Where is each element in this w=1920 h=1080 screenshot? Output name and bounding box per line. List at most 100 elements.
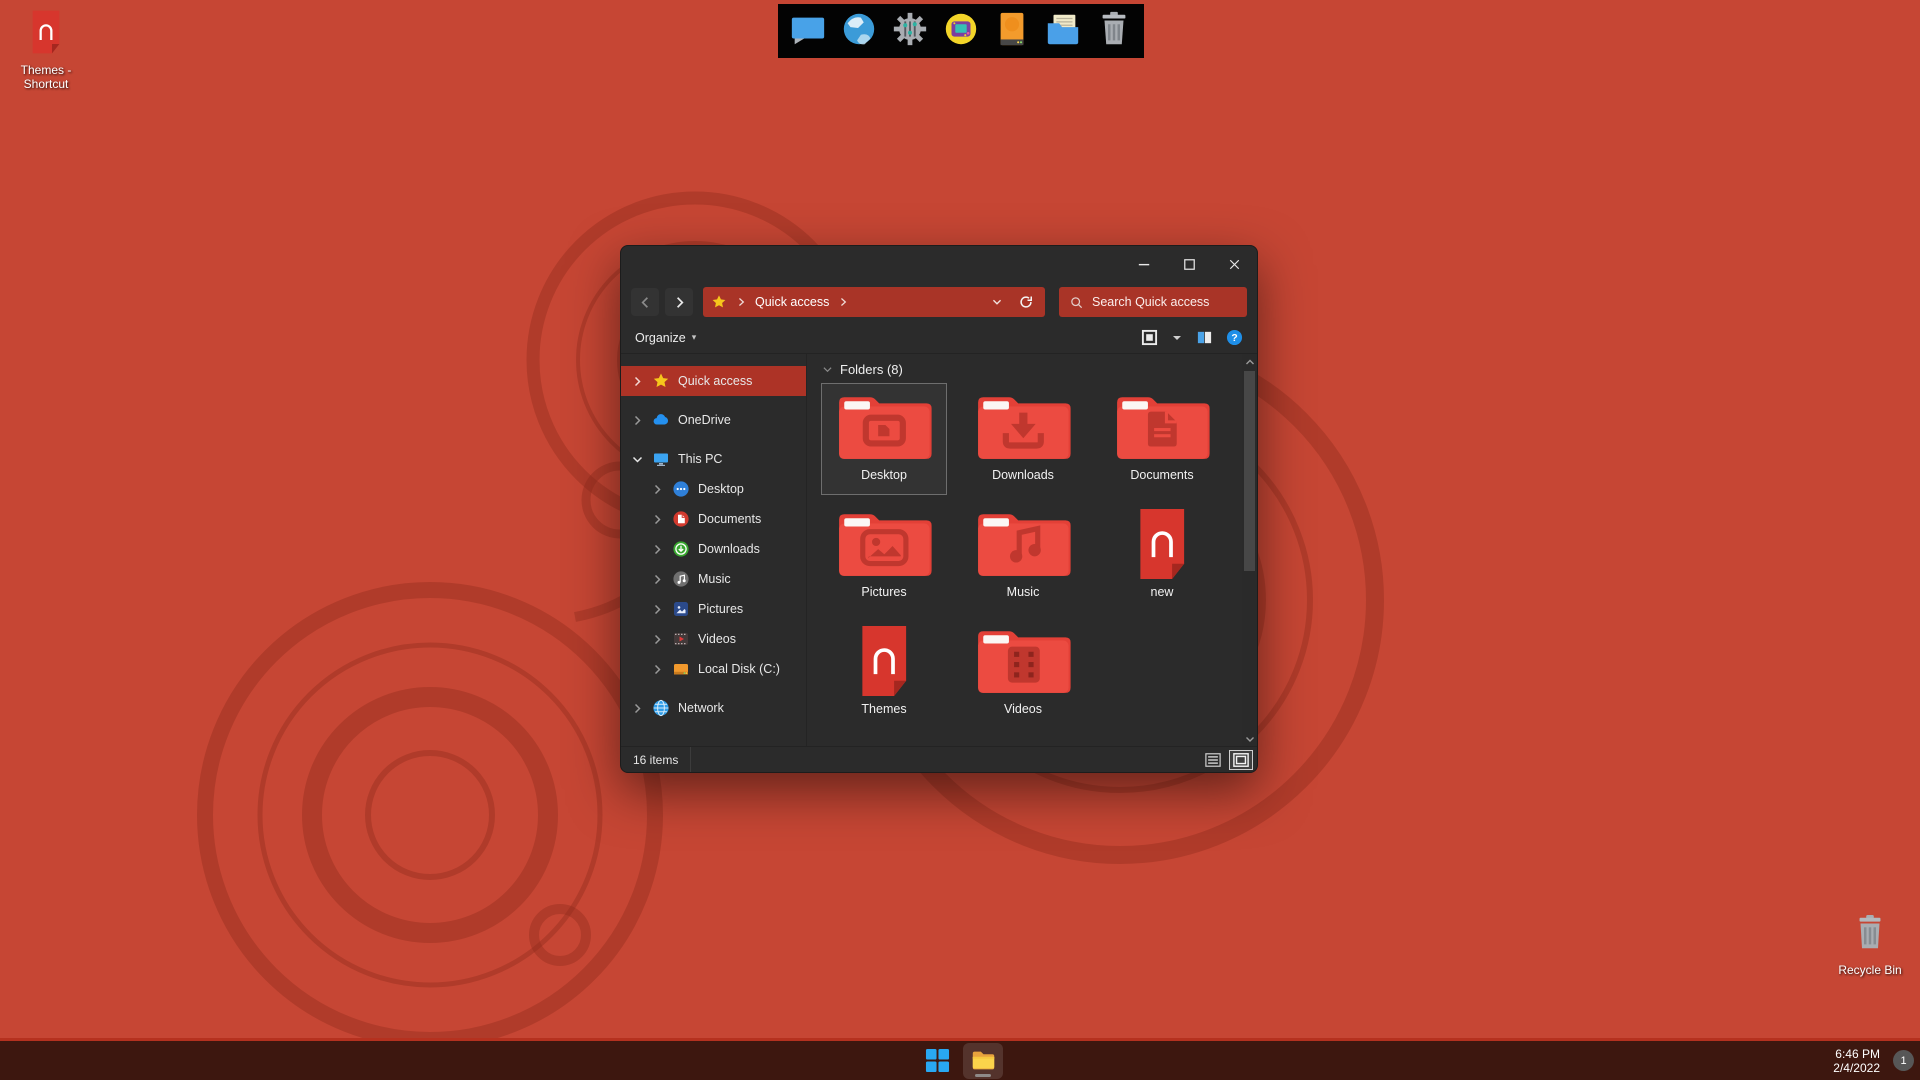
scroll-up-icon[interactable] (1242, 354, 1257, 369)
dock-item-dock-drive[interactable] (992, 11, 1032, 51)
tile-videos[interactable]: Videos (960, 617, 1086, 729)
tile-documents[interactable]: Documents (1099, 383, 1225, 495)
themes-shortcut[interactable]: Themes - Shortcut (4, 10, 88, 92)
chevron-right-icon[interactable] (631, 414, 644, 427)
chevron-right-icon[interactable] (651, 483, 664, 496)
taskbar-clock[interactable]: 6:46 PM 2/4/2022 (1833, 1047, 1880, 1075)
chevron-right-icon[interactable] (651, 513, 664, 526)
maximize-button[interactable] (1167, 246, 1212, 282)
close-button[interactable] (1212, 246, 1257, 282)
sidebar-item-quick-access[interactable]: Quick access (621, 366, 806, 396)
file-explorer-icon (972, 1051, 994, 1070)
tile-downloads[interactable]: Downloads (960, 383, 1086, 495)
tile-desktop[interactable]: Desktop (821, 383, 947, 495)
chevron-right-icon[interactable] (631, 375, 644, 388)
sidebar-item-local-disk-c[interactable]: Local Disk (C:) (621, 654, 806, 684)
group-header[interactable]: Folders (8) (821, 362, 1233, 377)
titlebar[interactable] (621, 246, 1257, 282)
globe-mini-icon (652, 699, 670, 717)
dock-item-dock-trash[interactable] (1094, 11, 1134, 51)
dock-item-dock-pc[interactable] (788, 11, 828, 51)
view-dropdown-icon[interactable] (1171, 332, 1183, 344)
start-button[interactable] (917, 1043, 957, 1079)
sidebar-item-onedrive[interactable]: OneDrive (621, 405, 806, 435)
sidebar-item-desktop[interactable]: Desktop (621, 474, 806, 504)
details-view-button[interactable] (1201, 750, 1225, 770)
chevron-down-icon[interactable] (631, 453, 644, 466)
tile-pictures[interactable]: Pictures (821, 500, 947, 612)
vertical-scrollbar[interactable] (1242, 354, 1257, 746)
dock-item-dock-game[interactable] (941, 11, 981, 51)
folder-documents-icon (1113, 389, 1212, 465)
file-explorer-window: Quick access Organize ▾ ? (620, 245, 1258, 773)
dock-globe-icon (840, 10, 878, 53)
tile-music[interactable]: Music (960, 500, 1086, 612)
organize-menu[interactable]: Organize ▾ (635, 331, 696, 345)
chevron-right-icon[interactable] (651, 663, 664, 676)
tile-label: Music (1006, 585, 1040, 599)
sidebar-item-this-pc[interactable]: This PC (621, 444, 806, 474)
tray-item-tray-net[interactable] (1742, 1051, 1762, 1071)
scroll-down-icon[interactable] (1242, 731, 1257, 746)
tray-item-tray-chevron[interactable] (1684, 1051, 1704, 1071)
breadcrumb-separator-icon (734, 295, 748, 309)
taskbar: 6:46 PM 2/4/2022 1 (0, 1038, 1920, 1080)
sidebar-item-label: Network (678, 701, 724, 715)
sidebar-item-network[interactable]: Network (621, 693, 806, 723)
recycle-bin-label: Recycle Bin (1838, 963, 1902, 977)
command-toolbar: Organize ▾ ? (621, 322, 1257, 354)
clock-date: 2/4/2022 (1833, 1060, 1880, 1075)
dock-trash-icon (1095, 10, 1133, 53)
notification-badge[interactable]: 1 (1893, 1050, 1914, 1071)
chevron-right-icon[interactable] (631, 702, 644, 715)
svg-text:?: ? (1231, 333, 1237, 344)
tile-new[interactable]: new (1099, 500, 1225, 612)
sidebar-item-label: Documents (698, 512, 762, 526)
address-dropdown-icon[interactable] (986, 291, 1008, 313)
chevron-right-icon[interactable] (651, 633, 664, 646)
preview-pane-button[interactable] (1196, 329, 1213, 346)
status-bar: 16 items (621, 746, 1257, 772)
dock-item-dock-gear[interactable] (890, 11, 930, 51)
minimize-button[interactable] (1122, 246, 1167, 282)
sidebar-item-pictures[interactable]: Pictures (621, 594, 806, 624)
cloud-icon (652, 411, 670, 429)
sidebar-item-music[interactable]: Music (621, 564, 806, 594)
chevron-right-icon[interactable] (651, 603, 664, 616)
tile-themes[interactable]: Themes (821, 617, 947, 729)
chevron-right-icon[interactable] (651, 543, 664, 556)
search-box[interactable] (1059, 287, 1247, 317)
tray-item-tray-sync[interactable] (1713, 1051, 1733, 1071)
sidebar-item-documents[interactable]: Documents (621, 504, 806, 534)
music-badge-icon (672, 570, 690, 588)
file-explorer-taskbar-button[interactable] (963, 1042, 1003, 1079)
forward-button[interactable] (665, 288, 693, 316)
search-input[interactable] (1092, 295, 1237, 309)
breadcrumb-quick-access[interactable]: Quick access (755, 295, 829, 309)
tray-item-tray-batt[interactable] (1800, 1051, 1820, 1071)
large-icons-view-button[interactable] (1229, 749, 1253, 770)
icon-view-button[interactable] (1141, 329, 1158, 346)
back-button[interactable] (631, 288, 659, 316)
sidebar-item-label: OneDrive (678, 413, 731, 427)
sidebar-item-downloads[interactable]: Downloads (621, 534, 806, 564)
recycle-bin[interactable]: Recycle Bin (1822, 912, 1918, 978)
pictures-badge-icon (672, 600, 690, 618)
tile-label: Pictures (861, 585, 907, 599)
monitor-mini-icon (652, 450, 670, 468)
dock-item-dock-globe[interactable] (839, 11, 879, 51)
dock-item-dock-files[interactable] (1043, 11, 1083, 51)
sidebar-item-videos[interactable]: Videos (621, 624, 806, 654)
navigation-pane: Quick access OneDrive This PC Desktop Do… (621, 354, 807, 746)
dock-gear-icon (891, 10, 929, 53)
address-bar[interactable]: Quick access (703, 287, 1045, 317)
tile-label: Videos (1004, 702, 1042, 716)
scrollbar-thumb[interactable] (1244, 371, 1255, 571)
help-button[interactable]: ? (1226, 329, 1243, 346)
refresh-icon[interactable] (1015, 291, 1037, 313)
nfile-icon (1136, 506, 1189, 582)
chevron-right-icon[interactable] (651, 573, 664, 586)
nfile-icon (30, 10, 62, 59)
trash-icon (1851, 912, 1889, 959)
tray-item-tray-vol[interactable] (1771, 1051, 1791, 1071)
